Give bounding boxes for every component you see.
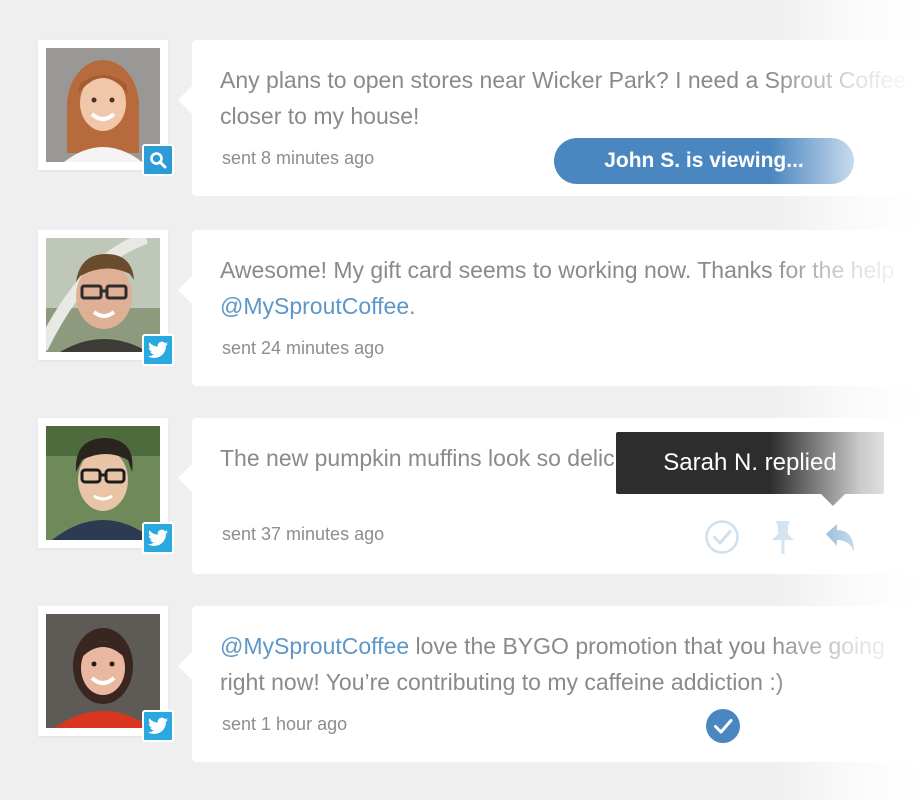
message-text: Any plans to open stores near Wicker Par… bbox=[220, 62, 920, 134]
message-body: Awesome! My gift card seems to working n… bbox=[220, 257, 895, 283]
message-item: @MySproutCoffee love the BYGO promotion … bbox=[38, 606, 920, 762]
twitter-icon bbox=[142, 522, 174, 554]
message-body-line2: right now! You’re contributing to my caf… bbox=[220, 669, 784, 695]
complete-check-icon[interactable] bbox=[704, 519, 740, 555]
message-item: Any plans to open stores near Wicker Par… bbox=[38, 40, 920, 196]
message-card[interactable]: @MySproutCoffee love the BYGO promotion … bbox=[178, 606, 920, 762]
pin-icon[interactable] bbox=[766, 518, 800, 558]
message-text: Awesome! My gift card seems to working n… bbox=[220, 252, 920, 324]
avatar[interactable] bbox=[38, 230, 174, 366]
twitter-icon bbox=[142, 334, 174, 366]
mention-link[interactable]: @MySproutCoffee bbox=[220, 633, 409, 659]
message-body-end: . bbox=[409, 293, 416, 319]
message-text: @MySproutCoffee love the BYGO promotion … bbox=[220, 628, 920, 700]
timestamp: sent 1 hour ago bbox=[222, 714, 348, 734]
mention-link[interactable]: @MySproutCoffee bbox=[220, 293, 409, 319]
message-item: Awesome! My gift card seems to working n… bbox=[38, 230, 920, 386]
message-card[interactable]: Awesome! My gift card seems to working n… bbox=[178, 230, 920, 386]
avatar[interactable] bbox=[38, 606, 174, 742]
message-body: Any plans to open stores near Wicker Par… bbox=[220, 67, 907, 93]
message-body: love the BYGO promotion that you have go… bbox=[409, 633, 885, 659]
avatar[interactable] bbox=[38, 40, 174, 176]
message-card[interactable]: Any plans to open stores near Wicker Par… bbox=[178, 40, 920, 196]
timestamp: sent 24 minutes ago bbox=[222, 338, 385, 358]
twitter-icon bbox=[142, 710, 174, 742]
message-body-line2: closer to my house! bbox=[220, 103, 420, 129]
timestamp: sent 8 minutes ago bbox=[222, 148, 375, 168]
viewing-indicator-button[interactable]: John S. is viewing... bbox=[554, 138, 854, 184]
timestamp: sent 37 minutes ago bbox=[222, 524, 385, 544]
completed-check-icon[interactable] bbox=[705, 708, 741, 744]
replied-tooltip: Sarah N. replied bbox=[616, 432, 884, 506]
reply-icon[interactable] bbox=[820, 518, 860, 558]
search-icon bbox=[142, 144, 174, 176]
avatar[interactable] bbox=[38, 418, 174, 554]
